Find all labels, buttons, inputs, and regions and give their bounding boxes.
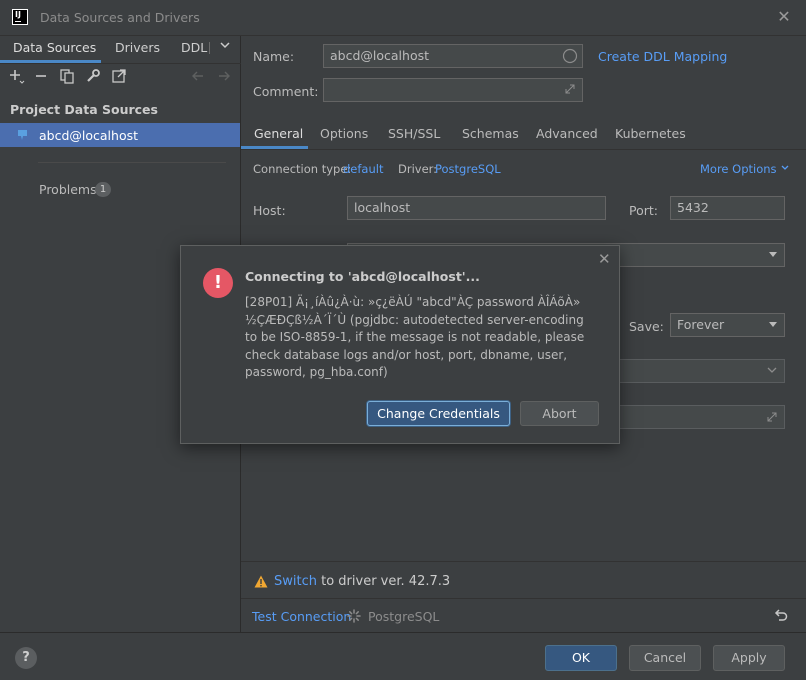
app-logo-icon: IJ (12, 9, 28, 25)
test-connection-status: PostgreSQL (368, 609, 440, 624)
tab-ssh-ssl[interactable]: SSH/SSL (388, 126, 440, 141)
port-field[interactable]: 5432 (670, 196, 785, 220)
datasource-label: abcd@localhost (39, 128, 139, 143)
abort-button[interactable]: Abort (520, 401, 599, 426)
problems-count-badge: 1 (95, 182, 111, 197)
name-field-value: abcd@localhost (330, 48, 430, 63)
connection-type-value[interactable]: default (343, 162, 383, 176)
chevron-down-icon (781, 165, 789, 170)
close-dialog-icon[interactable]: ✕ (598, 250, 611, 268)
add-icon[interactable] (8, 68, 25, 84)
color-circle-icon[interactable] (562, 48, 578, 64)
problems-item[interactable]: Problems (39, 182, 97, 197)
save-label: Save: (629, 319, 664, 334)
connection-error-dialog: ✕ ! Connecting to 'abcd@localhost'... [2… (180, 245, 620, 444)
host-label: Host: (253, 203, 286, 218)
warning-icon (254, 575, 268, 588)
name-label: Name: (253, 49, 295, 64)
driver-value[interactable]: PostgreSQL (435, 162, 501, 176)
tab-kubernetes[interactable]: Kubernetes (615, 126, 686, 141)
tab-options[interactable]: Options (320, 126, 368, 141)
tab-data-sources[interactable]: Data Sources (13, 40, 96, 55)
error-icon: ! (203, 268, 233, 298)
warning-divider (241, 561, 806, 562)
driver-label: Driver: (398, 162, 438, 176)
undo-icon[interactable] (774, 608, 788, 625)
expand-icon[interactable] (766, 411, 778, 423)
forward-arrow-icon[interactable] (216, 68, 232, 84)
ok-button[interactable]: OK (545, 645, 617, 671)
port-label: Port: (629, 203, 658, 218)
loading-spinner-icon (347, 609, 361, 626)
tab-overflow-divider (209, 42, 210, 54)
tab-ddl[interactable]: DDL (181, 40, 207, 55)
change-credentials-button[interactable]: Change Credentials (367, 401, 510, 426)
comment-field[interactable] (323, 78, 583, 102)
expand-icon[interactable] (564, 83, 576, 95)
window-title: Data Sources and Drivers (40, 10, 200, 25)
dialog-title: Connecting to 'abcd@localhost'... (245, 269, 480, 284)
host-field[interactable]: localhost (347, 196, 606, 220)
tabs-chevron-down-icon[interactable] (219, 39, 231, 54)
comment-label: Comment: (253, 84, 319, 99)
tab-schemas[interactable]: Schemas (462, 126, 519, 141)
export-icon[interactable] (111, 68, 127, 84)
dialog-button-bar: ? OK Cancel Apply (0, 632, 806, 680)
wrench-icon[interactable] (85, 68, 101, 84)
footer-divider (241, 598, 806, 599)
save-dropdown[interactable]: Forever (670, 313, 785, 337)
postgresql-icon (17, 129, 28, 141)
dialog-message: [28P01] Ä¡¸íÀû¿À·ù: »ç¿ëÀÚ "abcd"ÀÇ pass… (245, 295, 585, 379)
help-button[interactable]: ? (15, 647, 37, 669)
dropdown-arrow-icon (769, 252, 777, 257)
tab-drivers[interactable]: Drivers (115, 40, 160, 55)
apply-button[interactable]: Apply (713, 645, 785, 671)
datasource-item[interactable]: abcd@localhost (0, 123, 240, 147)
tabs-divider (241, 149, 806, 150)
name-field[interactable]: abcd@localhost (323, 44, 583, 68)
remove-icon[interactable] (33, 68, 49, 84)
more-options-label: More Options (700, 162, 777, 176)
save-dropdown-value: Forever (677, 317, 725, 332)
dropdown-arrow-icon (769, 322, 777, 327)
chevron-down-icon (767, 367, 777, 373)
more-options-link[interactable]: More Options (700, 162, 790, 176)
tabs-divider (0, 63, 241, 64)
switch-text: to driver ver. 42.7.3 (321, 574, 451, 589)
cancel-button[interactable]: Cancel (629, 645, 701, 671)
duplicate-icon[interactable] (59, 68, 75, 84)
tab-advanced[interactable]: Advanced (536, 126, 598, 141)
connection-type-label: Connection type: (253, 162, 352, 176)
tab-general[interactable]: General (254, 126, 303, 141)
test-connection-link[interactable]: Test Connection (252, 609, 351, 624)
left-divider (38, 162, 226, 163)
driver-switch-message: Switch to driver ver. 42.7.3 (274, 574, 450, 589)
close-window-icon[interactable]: ✕ (776, 7, 792, 27)
create-ddl-mapping-link[interactable]: Create DDL Mapping (598, 49, 727, 64)
back-arrow-icon[interactable] (190, 68, 206, 84)
project-data-sources-header: Project Data Sources (10, 102, 158, 117)
switch-link[interactable]: Switch (274, 574, 317, 589)
title-bar: IJ Data Sources and Drivers ✕ (0, 0, 806, 36)
